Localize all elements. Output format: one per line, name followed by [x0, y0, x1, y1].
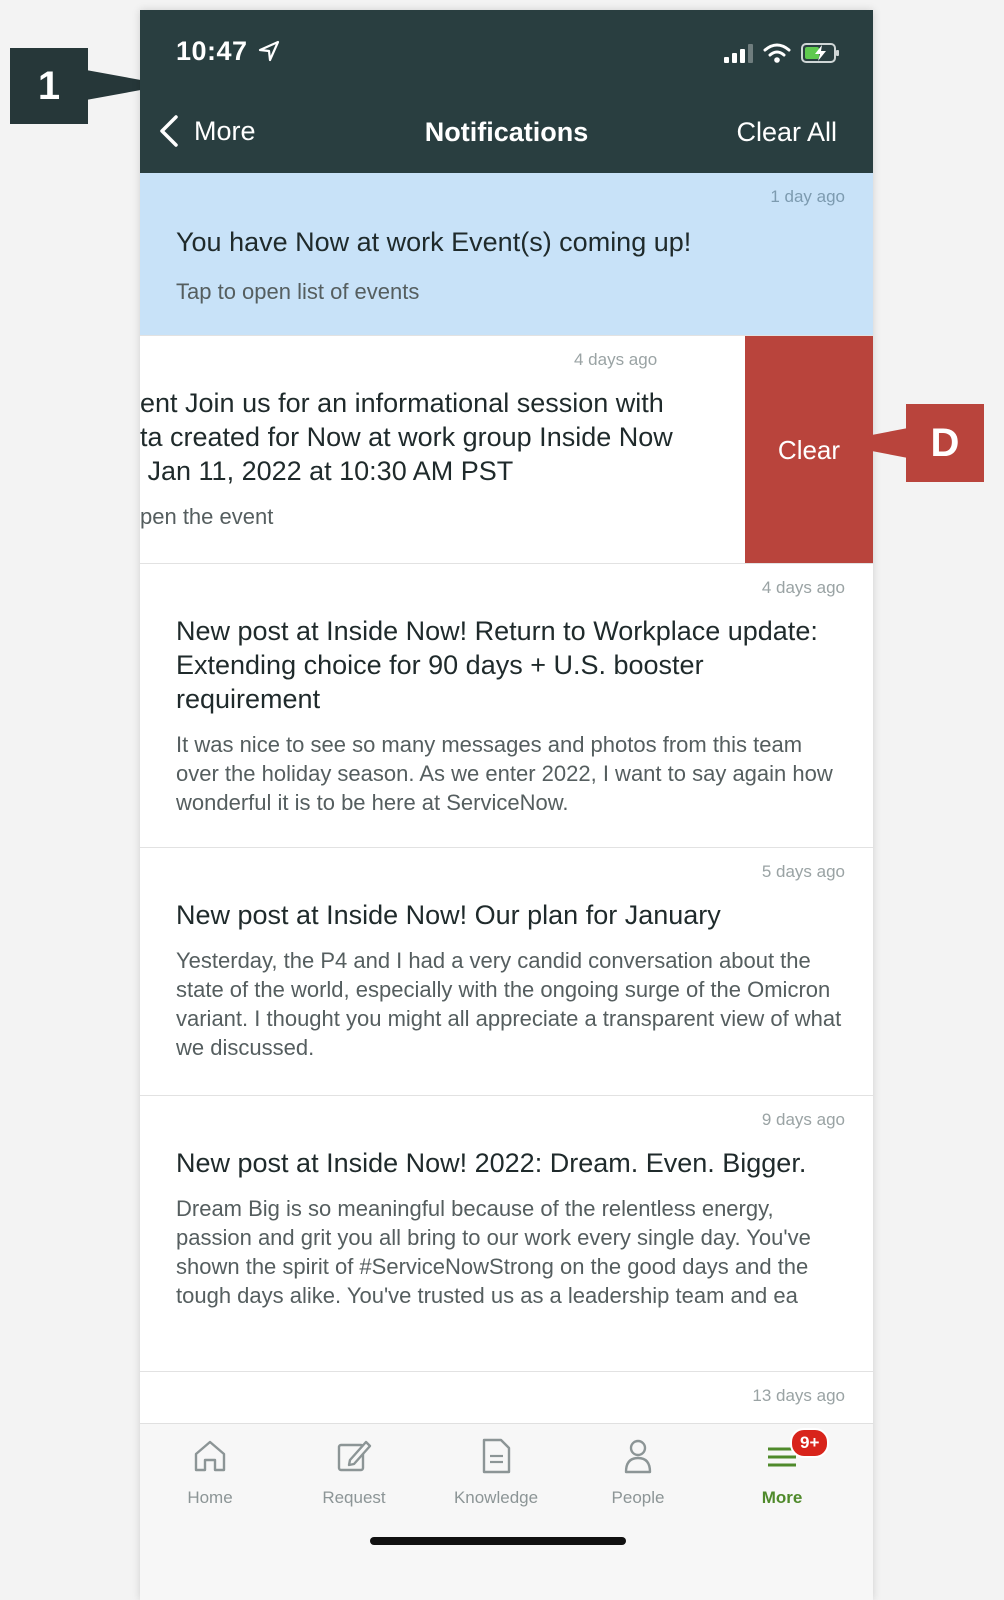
tab-more[interactable]: 9+ More	[722, 1428, 842, 1508]
home-indicator[interactable]	[370, 1537, 626, 1545]
battery-charging-icon	[801, 43, 839, 63]
tab-home-label: Home	[187, 1488, 233, 1507]
clear-all-button[interactable]: Clear All	[736, 117, 837, 148]
notification-body: Yesterday, the P4 and I had a very candi…	[176, 948, 842, 1060]
notification-body: pen the event	[140, 504, 274, 529]
notification-swiped-content[interactable]: 4 days ago ent Join us for an informatio…	[140, 336, 724, 557]
notification-title-line: ta created for Now at work group Inside …	[140, 422, 673, 452]
callout-d-badge: D	[906, 404, 984, 482]
notification-body: Dream Big is so meaningful because of th…	[176, 1196, 811, 1308]
person-icon	[624, 1439, 652, 1474]
edit-icon	[337, 1440, 372, 1472]
tab-people[interactable]: People	[578, 1436, 698, 1508]
notification-count-badge: 9+	[790, 1428, 830, 1458]
notification-body: It was nice to see so many messages and …	[176, 732, 833, 815]
notification-item-swiped[interactable]: 4 days ago ent Join us for an informatio…	[140, 336, 873, 564]
notification-title-line: Jan 11, 2022 at 10:30 AM PST	[140, 456, 514, 486]
notification-title: New post at Inside Now! 2022: Dream. Eve…	[176, 1148, 807, 1178]
location-arrow-icon	[258, 40, 280, 62]
callout-d-label: D	[930, 420, 960, 465]
callout-d-arrow	[830, 428, 908, 458]
callout-1-label: 1	[37, 63, 61, 108]
tab-bar: Home Request Knowledge People 9+ More	[140, 1423, 873, 1600]
notification-item[interactable]: 4 days ago New post at Inside Now! Retur…	[140, 564, 873, 848]
callout-1-badge: 1	[10, 48, 88, 124]
phone-screen: 10:47 More Notifications Clear All 1 day…	[140, 10, 873, 1600]
notification-time: 4 days ago	[761, 578, 845, 597]
notification-time: 9 days ago	[761, 1110, 845, 1129]
tab-request[interactable]: Request	[294, 1436, 414, 1508]
notification-title: You have Now at work Event(s) coming up!	[176, 227, 692, 257]
notification-time: 5 days ago	[761, 862, 845, 881]
wifi-icon	[763, 43, 791, 63]
tab-knowledge[interactable]: Knowledge	[436, 1436, 556, 1508]
notification-list[interactable]: 1 day ago You have Now at work Event(s) …	[140, 173, 873, 1463]
status-icons	[724, 42, 841, 64]
notification-time: 1 day ago	[770, 187, 845, 206]
notification-body: Tap to open list of events	[176, 279, 420, 304]
notification-title: New post at Inside Now! Our plan for Jan…	[176, 900, 721, 930]
tab-home[interactable]: Home	[150, 1436, 270, 1508]
notification-item[interactable]: 5 days ago New post at Inside Now! Our p…	[140, 848, 873, 1096]
tab-people-label: People	[611, 1488, 665, 1507]
notification-time: 13 days ago	[752, 1386, 845, 1405]
status-time: 10:47	[176, 36, 248, 66]
nav-header: 10:47 More Notifications Clear All	[140, 10, 873, 173]
notification-time: 4 days ago	[574, 350, 658, 369]
tab-more-label: More	[761, 1488, 803, 1507]
notification-item[interactable]: 9 days ago New post at Inside Now! 2022:…	[140, 1096, 873, 1372]
notification-item[interactable]: 1 day ago You have Now at work Event(s) …	[140, 173, 873, 336]
notification-title-line: ent Join us for an informational session…	[140, 388, 664, 418]
document-icon	[482, 1438, 511, 1474]
tab-request-label: Request	[322, 1488, 386, 1507]
home-icon	[194, 1440, 226, 1472]
signal-icon	[724, 43, 753, 63]
tab-knowledge-label: Knowledge	[453, 1488, 539, 1507]
